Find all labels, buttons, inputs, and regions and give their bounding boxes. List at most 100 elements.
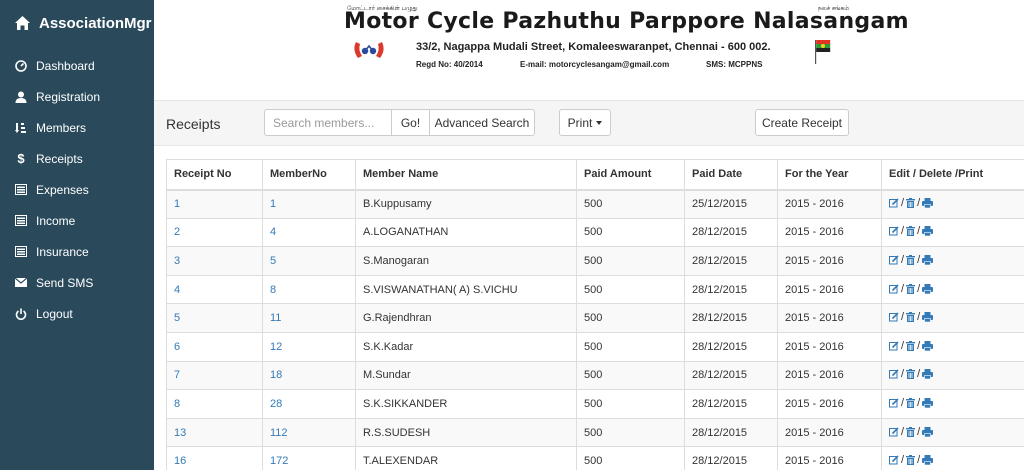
paid-amount-cell: 500 xyxy=(576,417,685,448)
sidebar-item-income[interactable]: Income xyxy=(0,205,154,236)
receipt-no-cell: 4 xyxy=(166,274,263,305)
year-cell: 2015 - 2016 xyxy=(777,217,882,248)
receipt-no-link[interactable]: 13 xyxy=(174,427,186,439)
advanced-search-button[interactable]: Advanced Search xyxy=(429,109,535,136)
brand[interactable]: AssociationMgr xyxy=(0,0,154,46)
member-no-link[interactable]: 12 xyxy=(270,341,282,353)
separator: / xyxy=(901,225,905,238)
print-dropdown-button[interactable]: Print xyxy=(559,109,611,136)
sidebar-item-insurance[interactable]: Insurance xyxy=(0,236,154,267)
receipt-no-link[interactable]: 6 xyxy=(174,341,180,353)
member-no-link[interactable]: 4 xyxy=(270,226,276,238)
column-header[interactable]: Paid Amount xyxy=(576,159,685,191)
print-icon[interactable] xyxy=(922,369,934,380)
create-receipt-button[interactable]: Create Receipt xyxy=(755,109,849,136)
receipts-toolbar: Receipts Go! Advanced Search Print Creat… xyxy=(154,100,1024,146)
print-icon[interactable] xyxy=(922,455,934,466)
edit-icon[interactable] xyxy=(889,255,899,265)
edit-icon[interactable] xyxy=(889,312,899,322)
print-icon[interactable] xyxy=(922,340,934,351)
edit-icon[interactable] xyxy=(889,398,899,408)
print-icon[interactable] xyxy=(922,226,934,237)
year-cell: 2015 - 2016 xyxy=(777,274,882,305)
receipt-no-link[interactable]: 1 xyxy=(174,198,180,210)
delete-icon[interactable] xyxy=(906,397,916,408)
paid-amount-cell: 500 xyxy=(576,217,685,248)
member-no-link[interactable]: 8 xyxy=(270,284,276,296)
edit-icon[interactable] xyxy=(889,426,899,437)
edit-icon[interactable] xyxy=(889,341,899,351)
column-header[interactable]: Receipt No xyxy=(166,159,263,191)
search-input[interactable] xyxy=(264,109,392,136)
member-no-link[interactable]: 5 xyxy=(270,255,276,267)
actions-cell: / / xyxy=(881,303,1024,333)
paid-amount-cell: 500 xyxy=(576,360,685,391)
print-icon[interactable] xyxy=(922,312,934,323)
edit-icon[interactable] xyxy=(889,284,899,294)
column-header[interactable]: Paid Date xyxy=(684,159,778,191)
delete-icon[interactable] xyxy=(906,226,916,237)
receipt-no-link[interactable]: 5 xyxy=(174,312,180,324)
delete-icon[interactable] xyxy=(906,198,916,209)
sidebar-item-receipts[interactable]: $ Receipts xyxy=(0,143,154,174)
table-header-row: Receipt No MemberNo Member Name Paid Amo… xyxy=(166,159,1024,191)
member-no-link[interactable]: 18 xyxy=(270,369,282,381)
table-row: 2 4 A.LOGANATHAN 500 28/12/2015 2015 - 2016// xyxy=(166,217,1024,248)
sidebar-item-registration[interactable]: Registration xyxy=(0,81,154,112)
delete-icon[interactable] xyxy=(906,369,916,380)
print-icon[interactable] xyxy=(922,198,934,209)
edit-icon[interactable] xyxy=(889,226,899,236)
sidebar-item-dashboard[interactable]: Dashboard xyxy=(0,50,154,81)
sidebar-item-members[interactable]: Members xyxy=(0,112,154,143)
sidebar-item-logout[interactable]: Logout xyxy=(0,298,154,329)
print-icon[interactable] xyxy=(922,426,934,437)
receipt-no-link[interactable]: 8 xyxy=(174,398,180,410)
column-header[interactable]: Member Name xyxy=(355,159,577,191)
table-row: 6 12 S.K.Kadar 500 28/12/2015 2015 - 2016// xyxy=(166,331,1024,362)
table-row: 5 11 G.Rajendhran 500 28/12/2015 2015 - 2016/… xyxy=(166,303,1024,333)
member-no-cell: 5 xyxy=(262,246,356,276)
sidebar-item-label: Income xyxy=(36,213,76,228)
member-no-link[interactable]: 11 xyxy=(270,312,281,324)
actions-cell: / / xyxy=(881,246,1024,276)
receipt-no-link[interactable]: 7 xyxy=(174,369,180,381)
go-button[interactable]: Go! xyxy=(391,109,430,136)
table-row: 1 1 B.Kuppusamy 500 25/12/2015 2015 - 2016// xyxy=(166,189,1024,219)
receipt-no-link[interactable]: 4 xyxy=(174,284,180,296)
print-icon[interactable] xyxy=(922,397,934,408)
member-no-cell: 112 xyxy=(262,417,356,448)
separator: / xyxy=(901,253,905,266)
member-no-link[interactable]: 112 xyxy=(270,427,288,439)
print-icon[interactable] xyxy=(922,283,934,294)
year-cell: 2015 - 2016 xyxy=(777,417,882,448)
separator: / xyxy=(901,368,905,381)
separator: / xyxy=(901,454,905,467)
receipt-no-link[interactable]: 16 xyxy=(174,455,186,467)
user-icon xyxy=(14,91,28,103)
edit-icon[interactable] xyxy=(889,455,899,465)
sidebar-item-label: Registration xyxy=(36,89,101,104)
receipt-no-cell: 3 xyxy=(166,246,263,276)
edit-icon[interactable] xyxy=(889,369,899,379)
sidebar-item-send-sms[interactable]: Send SMS xyxy=(0,267,154,298)
paid-amount-cell: 500 xyxy=(576,389,685,419)
member-no-link[interactable]: 172 xyxy=(270,455,288,467)
print-icon[interactable] xyxy=(922,254,934,265)
delete-icon[interactable] xyxy=(906,312,916,323)
delete-icon[interactable] xyxy=(906,426,916,437)
delete-icon[interactable] xyxy=(906,254,916,265)
receipt-no-link[interactable]: 2 xyxy=(174,226,180,238)
member-no-link[interactable]: 1 xyxy=(270,198,276,210)
member-no-link[interactable]: 28 xyxy=(270,398,282,410)
receipt-no-link[interactable]: 3 xyxy=(174,255,180,267)
actions-cell: / / xyxy=(881,389,1024,419)
delete-icon[interactable] xyxy=(906,455,916,466)
column-header[interactable]: MemberNo xyxy=(262,159,356,191)
delete-icon[interactable] xyxy=(906,340,916,351)
member-name-cell: R.S.SUDESH xyxy=(355,417,577,448)
delete-icon[interactable] xyxy=(906,283,916,294)
edit-icon[interactable] xyxy=(889,198,899,208)
year-cell: 2015 - 2016 xyxy=(777,446,882,470)
column-header[interactable]: For the Year xyxy=(777,159,882,191)
sidebar-item-expenses[interactable]: Expenses xyxy=(0,174,154,205)
